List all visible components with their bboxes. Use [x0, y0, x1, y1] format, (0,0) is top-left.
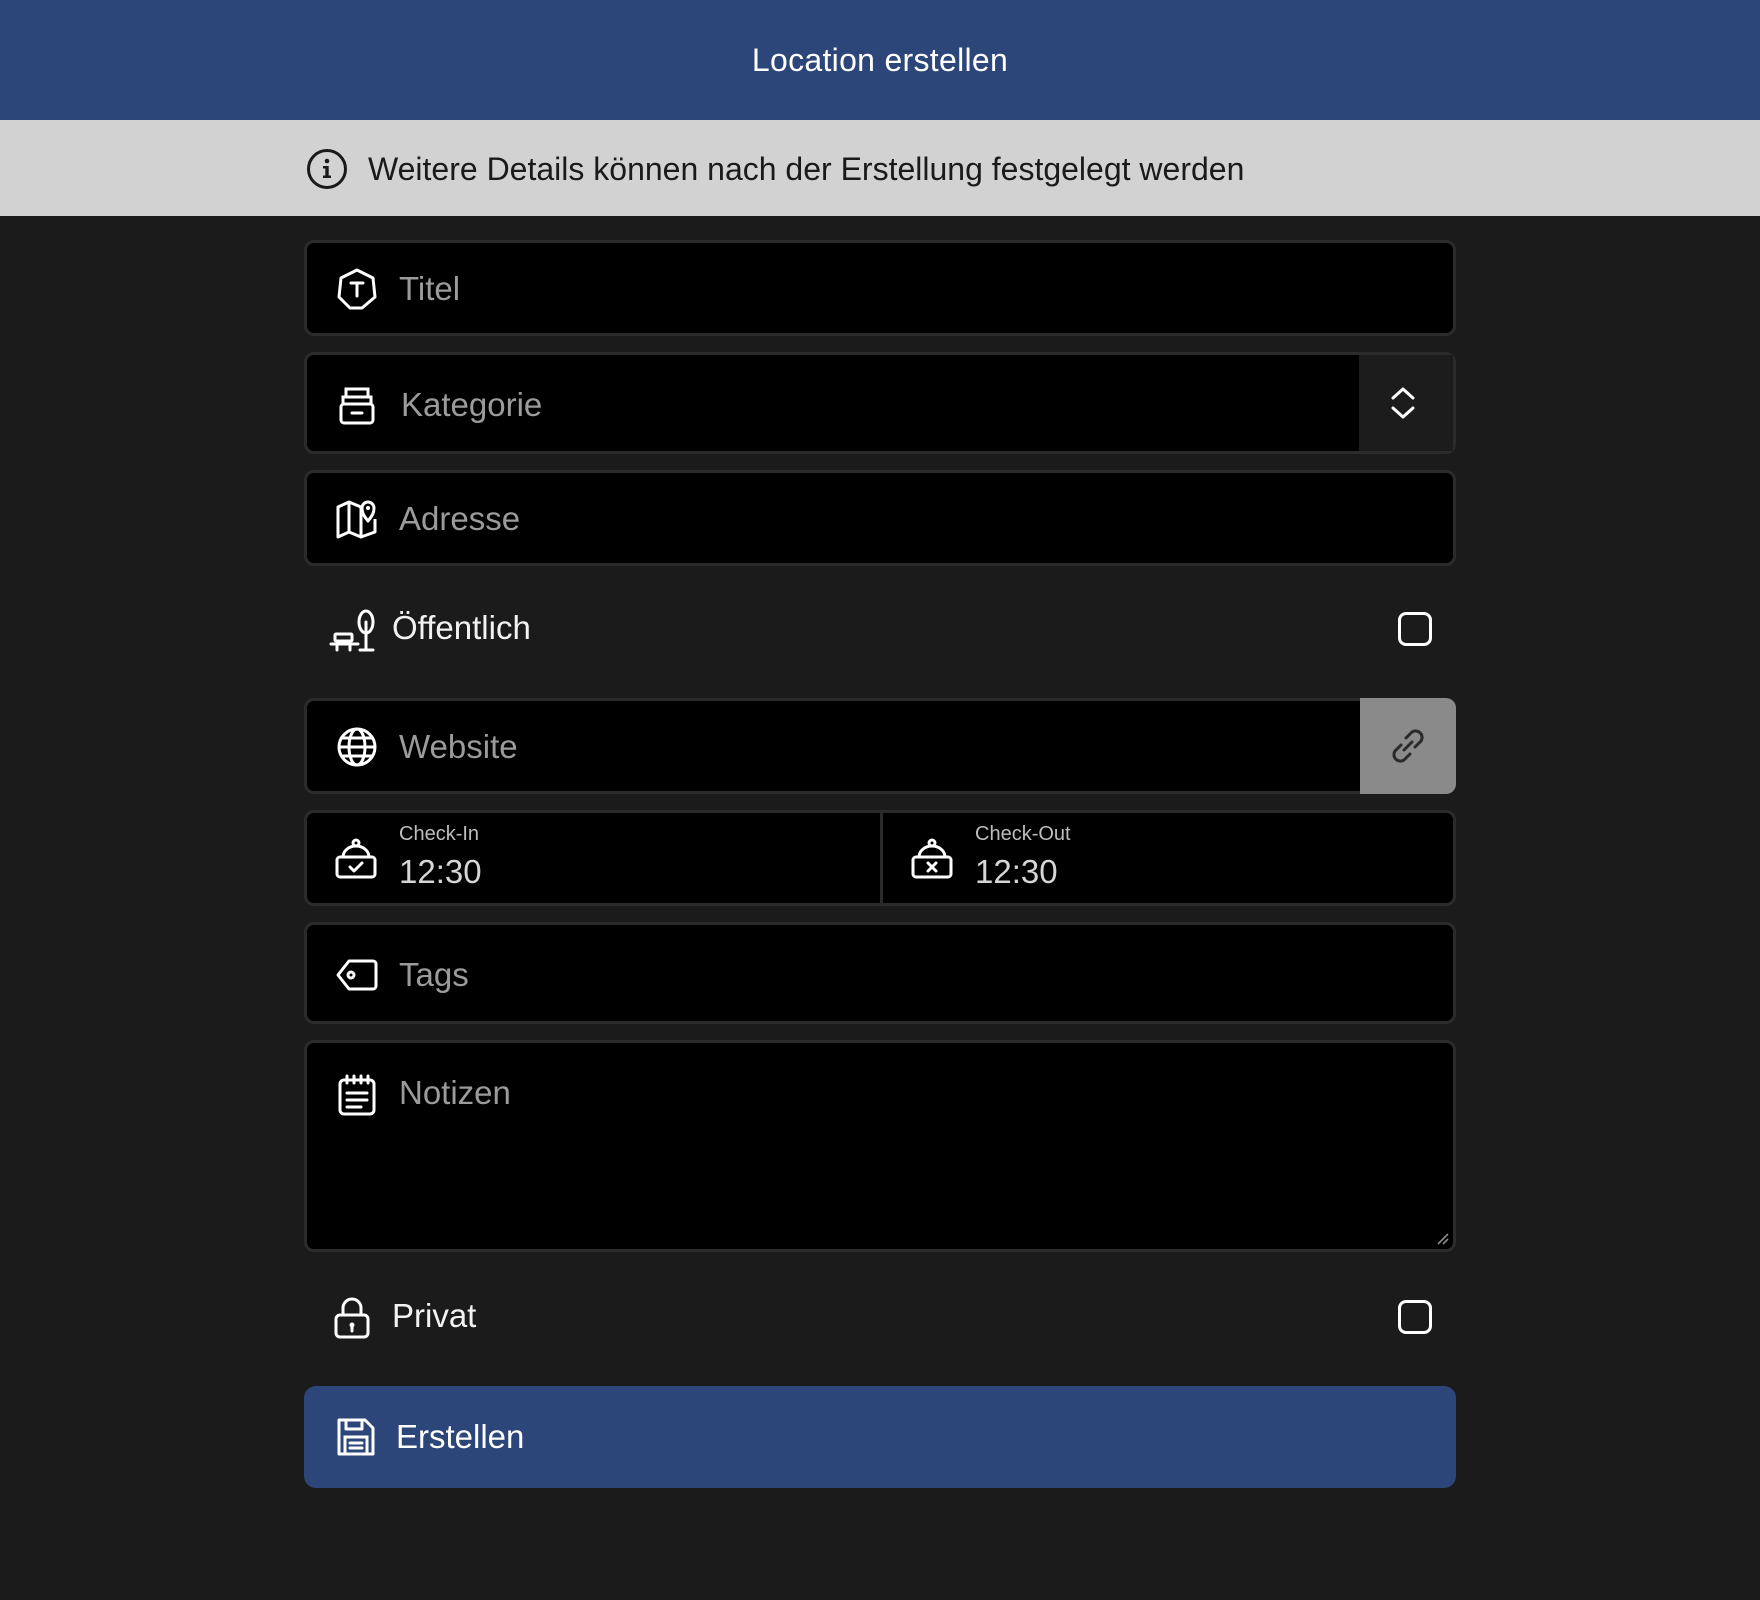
- info-icon: [307, 149, 347, 189]
- tags-field[interactable]: Tags: [304, 922, 1456, 1024]
- address-placeholder: Adresse: [399, 500, 521, 537]
- public-label: Öffentlich: [392, 609, 531, 646]
- category-icon: [339, 387, 375, 425]
- page-title: Location erstellen: [751, 41, 1009, 78]
- globe-icon: [337, 727, 377, 767]
- lock-icon: [334, 1297, 370, 1339]
- category-dropdown-button[interactable]: [1359, 355, 1453, 451]
- notes-placeholder: Notizen: [399, 1074, 511, 1111]
- address-field[interactable]: Adresse: [304, 470, 1456, 566]
- check-out-value: 12:30: [975, 853, 1058, 890]
- save-icon: [337, 1418, 375, 1456]
- check-out-field[interactable]: Check-Out 12:30: [880, 813, 1453, 903]
- private-checkbox[interactable]: [1398, 1300, 1432, 1334]
- title-icon: [337, 268, 377, 310]
- tags-placeholder: Tags: [399, 956, 469, 993]
- private-label: Privat: [392, 1297, 477, 1334]
- check-in-out-field: Check-In 12:30 Check-Out 12:30: [304, 810, 1456, 906]
- check-out-bell-icon: [911, 838, 953, 879]
- map-pin-icon: [336, 500, 377, 539]
- title-placeholder: Titel: [399, 270, 461, 307]
- create-button-label: Erstellen: [396, 1418, 525, 1455]
- website-field[interactable]: Website: [304, 698, 1364, 794]
- private-toggle-row[interactable]: Privat: [304, 1282, 1456, 1352]
- create-button[interactable]: Erstellen: [304, 1386, 1456, 1488]
- check-in-value: 12:30: [399, 853, 482, 890]
- app-header: Location erstellen: [0, 0, 1760, 120]
- category-select[interactable]: Kategorie: [304, 352, 1456, 454]
- link-icon: [1392, 729, 1424, 763]
- resize-grip-icon[interactable]: [1435, 1231, 1449, 1245]
- check-out-label: Check-Out: [975, 823, 1071, 845]
- info-banner: Weitere Details können nach der Erstellu…: [0, 120, 1760, 216]
- notes-textarea[interactable]: Notizen: [304, 1040, 1456, 1252]
- info-text: Weitere Details können nach der Erstellu…: [368, 151, 1245, 187]
- park-bench-icon: [329, 609, 375, 652]
- public-checkbox[interactable]: [1398, 612, 1432, 646]
- open-link-button[interactable]: [1360, 698, 1456, 794]
- category-placeholder: Kategorie: [401, 386, 543, 423]
- tag-icon: [336, 959, 378, 991]
- check-in-label: Check-In: [399, 823, 480, 845]
- notes-icon: [338, 1074, 376, 1116]
- check-in-bell-icon: [335, 838, 377, 879]
- title-field[interactable]: Titel: [304, 240, 1456, 336]
- chevron-up-down-icon: [1391, 387, 1415, 419]
- public-toggle-row[interactable]: Öffentlich: [304, 594, 1456, 664]
- check-in-field[interactable]: Check-In 12:30: [307, 813, 880, 903]
- website-placeholder: Website: [399, 728, 518, 765]
